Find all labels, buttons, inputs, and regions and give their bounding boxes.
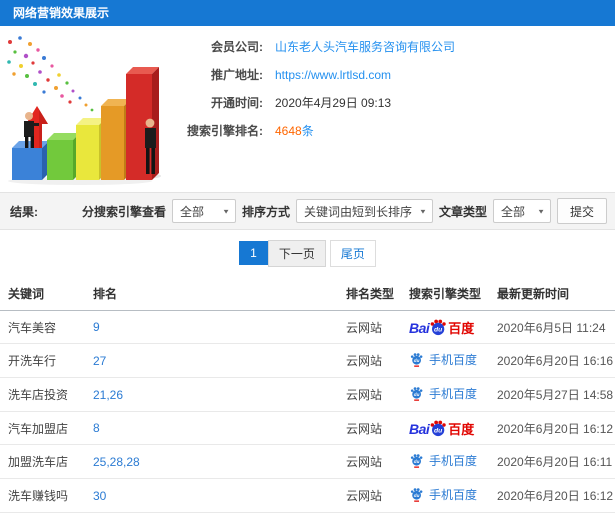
company-link[interactable]: 山东老人头汽车服务咨询有限公司 bbox=[275, 38, 455, 57]
col-header-engine-type: 搜索引擎类型 bbox=[401, 276, 489, 311]
svg-text:du: du bbox=[414, 358, 420, 363]
type-filter-label: 文章类型 bbox=[438, 204, 487, 219]
keyword-cell: 洗车店利润 bbox=[0, 512, 85, 520]
rank-count-label: 搜索引擎排名: bbox=[187, 124, 263, 138]
baidu-logo: Bai du 百度 bbox=[409, 420, 475, 437]
rank-cell[interactable]: 8 bbox=[85, 411, 338, 445]
page-title: 网络营销效果展示 bbox=[0, 0, 615, 26]
next-page-button[interactable]: 下一页 bbox=[267, 239, 326, 267]
col-header-rank-type: 排名类型 bbox=[338, 276, 401, 311]
rank-type-cell: 云网站 bbox=[338, 343, 401, 378]
confetti-dots bbox=[7, 36, 94, 112]
summary-section: 会员公司: 山东老人头汽车服务咨询有限公司 推广地址: https://www.… bbox=[0, 26, 615, 192]
pagination: 1 下一页 尾页 bbox=[0, 230, 615, 276]
keyword-cell: 加盟洗车店 bbox=[0, 444, 85, 479]
table-row: 洗车赚钱吗 30 云网站 du 手机百度 2020年6月20日 16:12 bbox=[0, 478, 615, 513]
page-1-button[interactable]: 1 bbox=[239, 241, 268, 265]
table-row: 洗车店投资 21,26 云网站 du 手机百度 2020年5月27日 14:58 bbox=[0, 377, 615, 412]
member-info: 会员公司: 山东老人头汽车服务咨询有限公司 推广地址: https://www.… bbox=[175, 30, 615, 192]
rank-cell[interactable]: 25,28,28 bbox=[85, 444, 338, 479]
rank-type-cell: 云网站 bbox=[338, 377, 401, 412]
keyword-cell: 汽车美容 bbox=[0, 310, 85, 344]
rank-count-value: 4648条 bbox=[275, 124, 314, 138]
open-time-value: 2020年4月29日 09:13 bbox=[275, 96, 392, 110]
last-page-button[interactable]: 尾页 bbox=[329, 239, 376, 267]
update-time-cell: 2020年6月20日 16:11 bbox=[489, 444, 615, 479]
engine-select[interactable]: 全部 ▼ bbox=[172, 199, 237, 223]
sort-select[interactable]: 关键词由短到长排序 ▼ bbox=[296, 199, 433, 223]
update-time-cell: 2020年6月5日 11:24 bbox=[489, 310, 615, 344]
svg-text:du: du bbox=[434, 428, 442, 435]
rank-type-cell: 云网站 bbox=[338, 310, 401, 344]
rank-type-cell: 云网站 bbox=[338, 478, 401, 513]
result-label: 结果: bbox=[10, 204, 38, 219]
rank-type-cell: 云网站 bbox=[338, 411, 401, 445]
mobile-baidu-paw-icon: du bbox=[410, 488, 423, 502]
col-header-update-time: 最新更新时间 bbox=[489, 276, 615, 311]
mobile-baidu-logo: du 手机百度 bbox=[409, 385, 477, 402]
engine-filter-label: 分搜索引擎查看 bbox=[82, 204, 167, 219]
promo-url-link[interactable]: https://www.lrtlsd.com bbox=[275, 66, 391, 85]
bar-chart-illustration bbox=[7, 36, 161, 185]
mobile-baidu-logo: du 手机百度 bbox=[409, 452, 477, 469]
chevron-down-icon: ▼ bbox=[222, 207, 231, 215]
keyword-cell: 开洗车行 bbox=[0, 343, 85, 378]
rank-cell[interactable]: 30 bbox=[85, 512, 338, 520]
rank-type-cell: 云网站 bbox=[338, 444, 401, 479]
submit-button[interactable]: 提交 bbox=[556, 198, 607, 224]
mobile-baidu-paw-icon: du bbox=[410, 454, 423, 468]
svg-text:du: du bbox=[414, 459, 420, 464]
table-row: 汽车加盟店 8 云网站 Bai du 百度 2020年6月20日 16:12 bbox=[0, 411, 615, 445]
svg-text:du: du bbox=[414, 392, 420, 397]
mobile-baidu-logo: du 手机百度 bbox=[409, 486, 477, 503]
promo-url-label: 推广地址: bbox=[211, 68, 263, 82]
keyword-cell: 汽车加盟店 bbox=[0, 411, 85, 445]
col-header-rank: 排名 bbox=[85, 276, 338, 311]
baidu-paw-icon: du bbox=[430, 420, 447, 437]
update-time-cell: 2020年5月27日 14:58 bbox=[489, 377, 615, 412]
chevron-down-icon: ▼ bbox=[419, 207, 427, 215]
open-time-label: 开通时间: bbox=[211, 96, 263, 110]
type-select[interactable]: 全部 ▼ bbox=[492, 199, 551, 223]
update-time-cell: 2020年6月20日 16:12 bbox=[489, 411, 615, 445]
rank-cell[interactable]: 9 bbox=[85, 310, 338, 344]
company-label: 会员公司: bbox=[211, 40, 263, 54]
update-time-cell: 2020年6月20日 16:16 bbox=[489, 343, 615, 378]
rank-type-cell: 云网站 bbox=[338, 512, 401, 520]
chevron-down-icon: ▼ bbox=[537, 207, 545, 215]
baidu-paw-icon: du bbox=[430, 319, 447, 336]
table-row: 开洗车行 27 云网站 du 手机百度 2020年6月20日 16:16 bbox=[0, 343, 615, 378]
rank-cell[interactable]: 21,26 bbox=[85, 377, 338, 412]
filter-bar: 结果: 分搜索引擎查看 全部 ▼ 排序方式 关键词由短到长排序 ▼ 文章类型 全部 ▼… bbox=[0, 192, 615, 230]
svg-text:du: du bbox=[434, 327, 442, 334]
svg-text:du: du bbox=[414, 493, 420, 498]
table-row: 加盟洗车店 25,28,28 云网站 du 手机百度 2020年6月20日 16:… bbox=[0, 444, 615, 479]
keyword-cell: 洗车店投资 bbox=[0, 377, 85, 412]
keyword-cell: 洗车赚钱吗 bbox=[0, 478, 85, 513]
update-time-cell: 2020年6月18日 14:27 bbox=[489, 512, 615, 520]
rank-cell[interactable]: 27 bbox=[85, 343, 338, 378]
table-row: 汽车美容 9 云网站 Bai du 百度 2020年6月5日 11:24 bbox=[0, 310, 615, 344]
baidu-logo: Bai du 百度 bbox=[409, 319, 475, 336]
mobile-baidu-logo: du 手机百度 bbox=[409, 351, 477, 368]
rank-cell[interactable]: 30 bbox=[85, 478, 338, 513]
mobile-baidu-paw-icon: du bbox=[410, 387, 423, 401]
update-time-cell: 2020年6月20日 16:12 bbox=[489, 478, 615, 513]
mobile-baidu-paw-icon: du bbox=[410, 353, 423, 367]
table-row: 洗车店利润 30 云网站 du手机百度 2020年6月18日 14:27 bbox=[0, 512, 615, 520]
sort-filter-label: 排序方式 bbox=[242, 204, 291, 219]
col-header-keyword: 关键词 bbox=[0, 276, 85, 311]
results-table: 关键词 排名 排名类型 搜索引擎类型 最新更新时间 汽车美容 9 云网站 Bai… bbox=[0, 276, 615, 520]
